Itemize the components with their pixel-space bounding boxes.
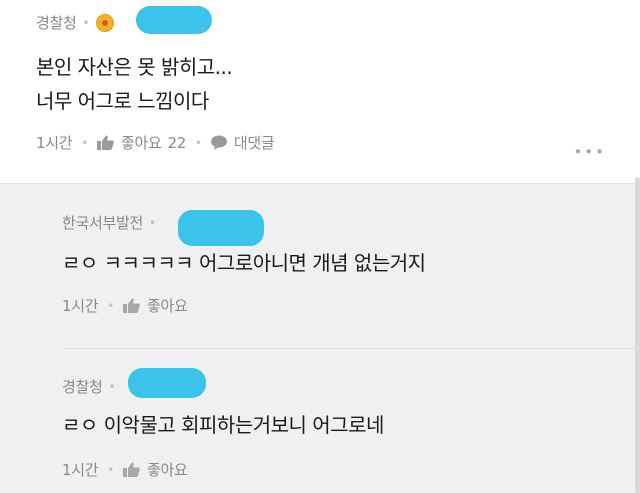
redacted-nickname <box>128 368 206 398</box>
thumbs-up-icon[interactable] <box>123 462 140 477</box>
redacted-nickname <box>136 6 212 34</box>
footer-dot: • <box>81 135 89 150</box>
comment-line-2: 너무 어그로 느낌이다 <box>36 89 209 113</box>
meta-dot: • <box>82 15 90 30</box>
footer-dot: • <box>107 462 115 477</box>
reply-time: 1시간 <box>62 297 99 315</box>
like-button[interactable]: 좋아요 <box>147 459 188 480</box>
reply-text: ㄹㅇ 이악물고 회피하는거보니 어그로네 <box>62 413 384 437</box>
reply-button[interactable]: 대댓글 <box>234 132 275 153</box>
meta-dot: • <box>108 379 116 394</box>
comment-author[interactable]: 경찰청 <box>36 12 77 33</box>
scrollbar[interactable] <box>635 177 640 493</box>
comment-line-1: 본인 자산은 못 밝히고... <box>36 55 233 79</box>
level-badge-icon <box>95 13 114 32</box>
comment-time: 1시간 <box>36 134 73 152</box>
more-dots-icon[interactable]: ••• <box>573 143 606 161</box>
reply-author[interactable]: 경찰청 <box>62 376 103 397</box>
reply-1-footer: 1시간 • 좋아요 <box>62 295 188 316</box>
reply-2-footer: 1시간 • 좋아요 <box>62 459 188 480</box>
reply-1-meta: 한국서부발전 • <box>62 212 162 233</box>
reply-time: 1시간 <box>62 461 99 479</box>
comment-meta: 경찰청 • <box>36 12 114 33</box>
footer-dot: • <box>195 135 202 150</box>
like-button[interactable]: 좋아요 <box>121 132 162 153</box>
like-count: 22 <box>167 133 187 152</box>
reply-author[interactable]: 한국서부발전 <box>62 212 143 233</box>
thumbs-up-icon[interactable] <box>97 135 114 150</box>
reply-2-meta: 경찰청 • <box>62 376 122 397</box>
thumbs-up-icon[interactable] <box>123 298 140 313</box>
meta-dot: • <box>149 215 157 230</box>
comment: 경찰청 • 본인 자산은 못 밝히고... 너무 어그로 느낌이다 1시간 • … <box>0 0 640 183</box>
redacted-nickname <box>178 210 264 246</box>
comment-footer: 1시간 • 좋아요 22 • 대댓글 <box>36 132 275 153</box>
footer-dot: • <box>107 298 115 313</box>
speech-bubble-icon[interactable] <box>210 135 227 150</box>
reply-text: ㄹㅇ ㅋㅋㅋㅋㅋ 어그로아니면 개념 없는거지 <box>62 251 426 275</box>
like-button[interactable]: 좋아요 <box>147 295 188 316</box>
reply-divider <box>62 348 640 349</box>
